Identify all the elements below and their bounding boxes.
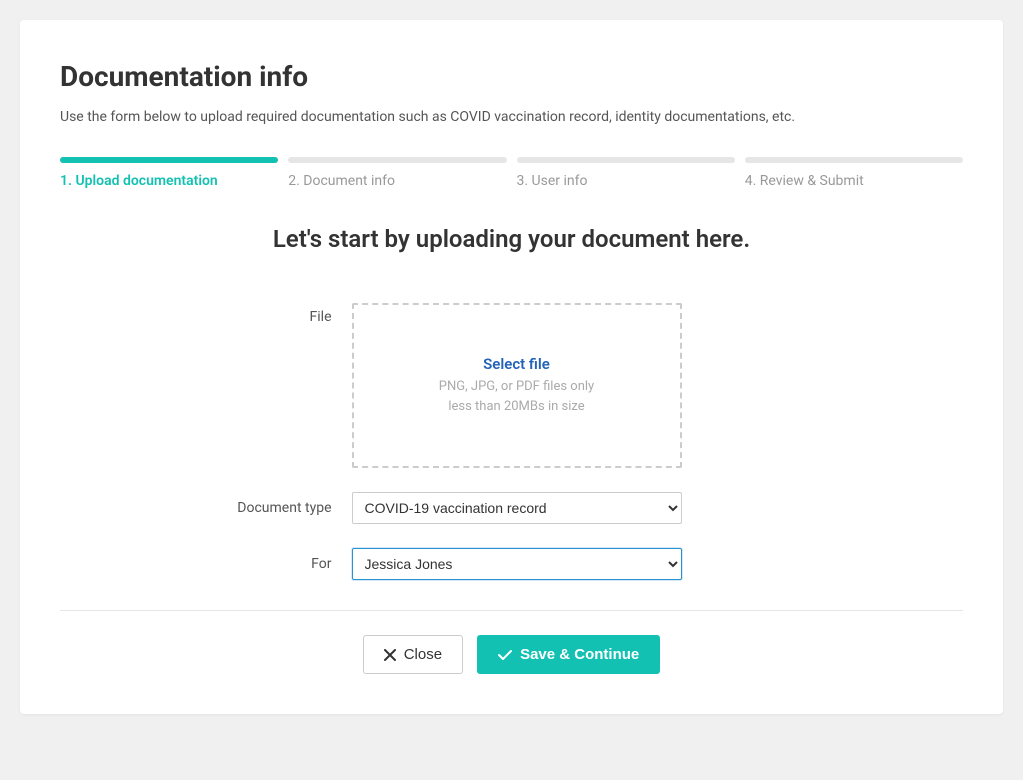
step-label: 4. Review & Submit xyxy=(745,173,963,189)
step-label: 3. User info xyxy=(517,173,735,189)
step-bar xyxy=(745,157,963,163)
step-bar xyxy=(517,157,735,163)
step-upload-documentation[interactable]: 1. Upload documentation xyxy=(60,157,278,189)
section-heading: Let's start by uploading your document h… xyxy=(60,225,963,253)
step-bar xyxy=(60,157,278,163)
document-type-label: Document type xyxy=(212,500,352,516)
documentation-card: Documentation info Use the form below to… xyxy=(20,20,1003,714)
document-type-row: Document type COVID-19 vaccination recor… xyxy=(212,492,812,524)
page-title: Documentation info xyxy=(60,60,963,93)
save-continue-button-label: Save & Continue xyxy=(520,646,639,663)
page-description: Use the form below to upload required do… xyxy=(60,109,963,125)
file-row: File Select file PNG, JPG, or PDF files … xyxy=(212,303,812,468)
step-document-info[interactable]: 2. Document info xyxy=(288,157,506,189)
step-label: 2. Document info xyxy=(288,173,506,189)
file-hint-1: PNG, JPG, or PDF files only xyxy=(439,377,594,397)
divider xyxy=(60,610,963,611)
for-label: For xyxy=(212,556,352,572)
step-bar xyxy=(288,157,506,163)
close-button-label: Close xyxy=(404,646,442,663)
save-continue-button[interactable]: Save & Continue xyxy=(477,635,660,674)
close-button[interactable]: Close xyxy=(363,635,463,674)
file-dropzone[interactable]: Select file PNG, JPG, or PDF files only … xyxy=(352,303,682,468)
file-hint-2: less than 20MBs in size xyxy=(448,397,584,417)
document-type-select[interactable]: COVID-19 vaccination record xyxy=(352,492,682,524)
button-bar: Close Save & Continue xyxy=(60,635,963,674)
stepper: 1. Upload documentation 2. Document info… xyxy=(60,157,963,189)
upload-form: File Select file PNG, JPG, or PDF files … xyxy=(212,303,812,580)
step-label: 1. Upload documentation xyxy=(60,173,278,189)
close-icon xyxy=(384,649,396,661)
select-file-link[interactable]: Select file xyxy=(483,355,550,373)
step-user-info[interactable]: 3. User info xyxy=(517,157,735,189)
for-select[interactable]: Jessica Jones xyxy=(352,548,682,580)
for-row: For Jessica Jones xyxy=(212,548,812,580)
step-review-submit[interactable]: 4. Review & Submit xyxy=(745,157,963,189)
file-label: File xyxy=(212,303,352,325)
check-icon xyxy=(498,649,512,661)
